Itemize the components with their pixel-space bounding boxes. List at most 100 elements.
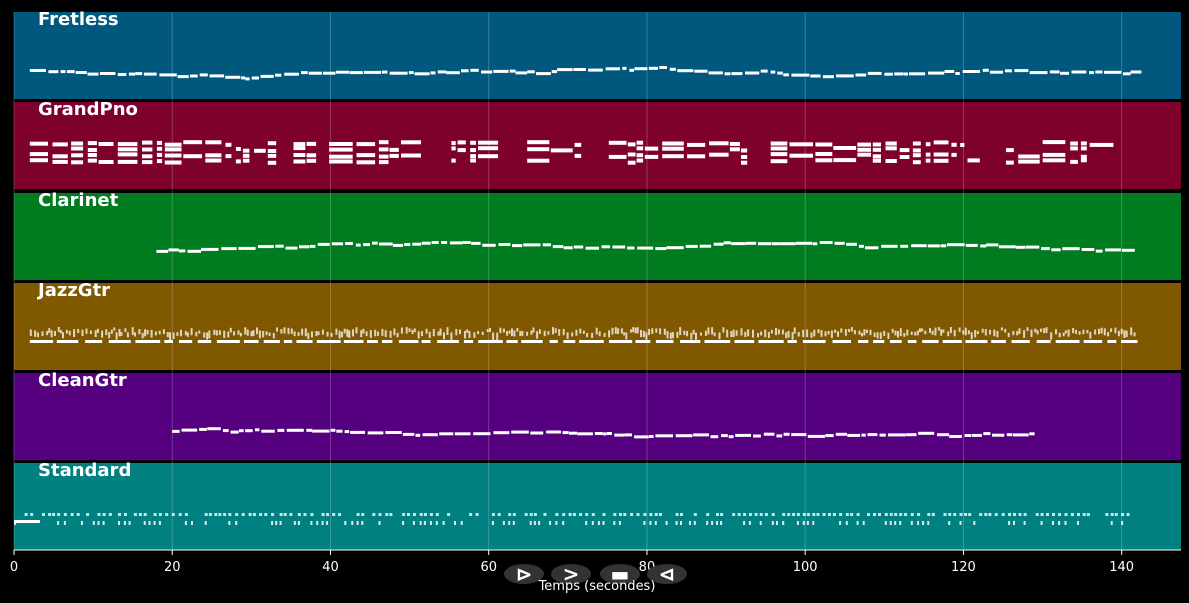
note <box>451 146 456 151</box>
note <box>218 330 221 336</box>
note <box>450 332 453 341</box>
note <box>57 327 60 333</box>
note <box>1012 330 1015 336</box>
note <box>417 331 420 339</box>
note <box>1023 521 1026 525</box>
note <box>562 521 565 525</box>
note <box>708 71 723 75</box>
note <box>745 71 760 75</box>
note <box>279 513 283 516</box>
note <box>378 140 389 145</box>
note <box>998 245 1016 249</box>
note <box>179 340 193 343</box>
note <box>343 328 346 334</box>
note <box>648 66 658 70</box>
note <box>512 244 523 248</box>
note <box>796 513 800 516</box>
note <box>497 513 501 516</box>
note <box>595 327 598 335</box>
note <box>457 148 466 153</box>
note <box>131 327 134 335</box>
note <box>102 521 105 525</box>
note <box>105 329 108 336</box>
note <box>272 332 275 339</box>
note <box>706 513 710 516</box>
note <box>693 513 697 516</box>
note <box>42 513 45 516</box>
note <box>94 330 97 337</box>
note <box>839 513 843 516</box>
note <box>24 513 28 516</box>
note <box>180 329 182 337</box>
note <box>378 521 381 525</box>
note <box>824 331 827 337</box>
note <box>569 431 578 435</box>
note <box>847 433 861 437</box>
note <box>1008 513 1012 516</box>
note <box>585 513 589 516</box>
note <box>884 521 887 525</box>
note <box>787 330 790 338</box>
note <box>338 513 342 516</box>
note <box>464 330 466 339</box>
note <box>293 521 296 525</box>
note <box>60 70 66 74</box>
note <box>636 153 644 158</box>
note <box>982 68 989 72</box>
note <box>225 142 232 147</box>
note <box>169 332 171 341</box>
note <box>554 328 557 333</box>
note <box>861 332 863 337</box>
note <box>162 329 165 335</box>
note <box>894 513 898 516</box>
note <box>827 331 830 335</box>
note <box>400 327 403 334</box>
note <box>789 153 813 158</box>
note <box>1080 158 1087 163</box>
note <box>669 67 676 71</box>
note <box>591 332 594 338</box>
note <box>858 330 861 335</box>
note <box>970 332 973 340</box>
note <box>98 160 114 164</box>
note <box>1095 70 1103 74</box>
note <box>473 432 491 436</box>
note <box>964 513 968 516</box>
note <box>97 521 100 525</box>
note <box>862 521 865 525</box>
note <box>1023 330 1026 338</box>
note <box>571 332 574 337</box>
note <box>927 244 940 248</box>
note <box>459 329 461 335</box>
note <box>579 513 583 516</box>
note <box>944 70 955 73</box>
x-axis-title: Temps (secondes) <box>538 579 656 594</box>
note <box>59 330 62 334</box>
note <box>71 146 84 151</box>
note <box>381 328 384 336</box>
note <box>1045 327 1048 334</box>
note <box>478 140 499 145</box>
note <box>716 513 719 516</box>
note <box>767 332 770 338</box>
note <box>700 332 702 336</box>
note <box>508 330 511 334</box>
note <box>206 332 209 340</box>
note <box>77 329 80 334</box>
note <box>655 247 667 251</box>
note <box>568 513 572 516</box>
note <box>118 328 121 337</box>
note <box>96 328 99 333</box>
note <box>1114 513 1118 516</box>
note <box>643 513 647 516</box>
note <box>183 154 203 159</box>
note <box>425 328 428 334</box>
note <box>608 154 627 159</box>
note <box>527 147 550 152</box>
note <box>618 513 622 516</box>
note <box>404 243 411 246</box>
note <box>195 331 198 337</box>
note <box>477 331 480 335</box>
note <box>627 152 636 157</box>
note <box>70 513 74 516</box>
